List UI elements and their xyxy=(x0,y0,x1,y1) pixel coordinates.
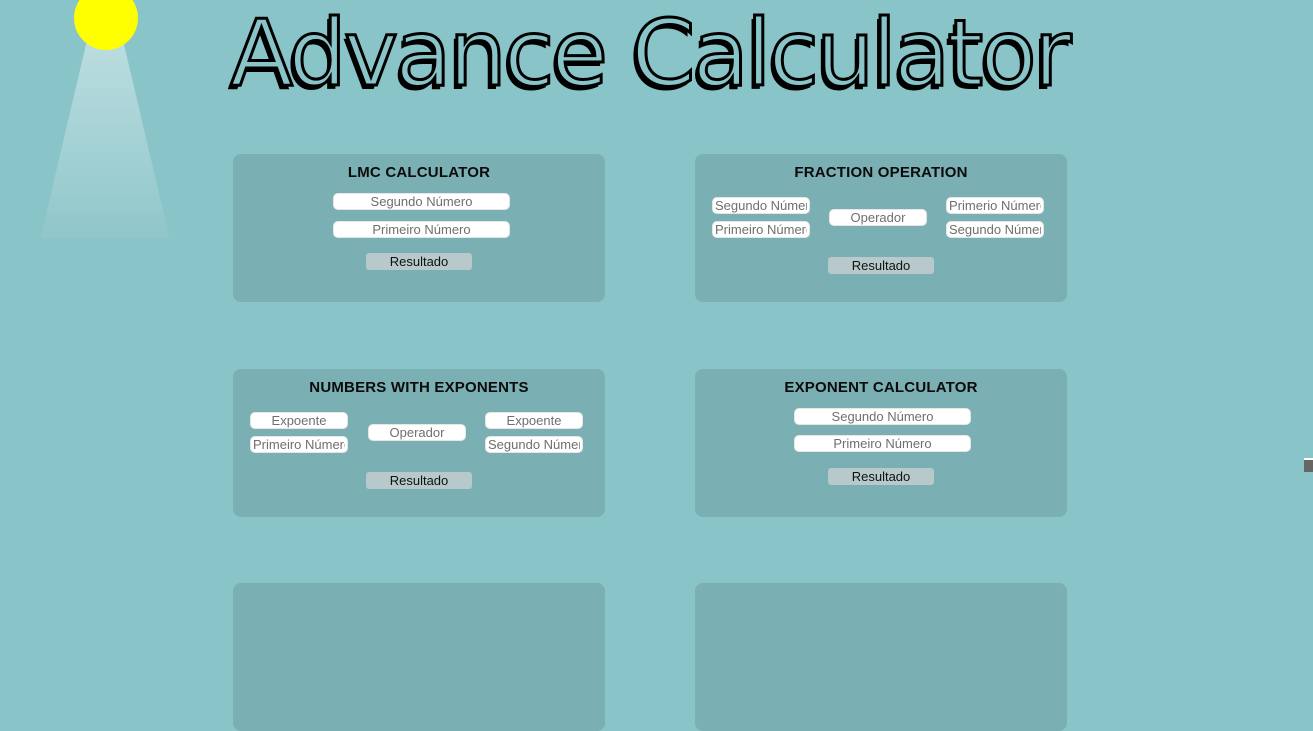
lmc-result-button[interactable]: Resultado xyxy=(366,253,472,270)
exponents-right-exponent-input[interactable] xyxy=(485,412,583,429)
exponents-second-number-input[interactable] xyxy=(485,436,583,453)
lmc-first-number-input[interactable] xyxy=(333,221,510,238)
exponent-first-number-input[interactable] xyxy=(794,435,971,452)
exponent-calculator-title: EXPONENT CALCULATOR xyxy=(784,379,978,396)
lmc-calculator-card: LMC CALCULATOR Resultado xyxy=(233,154,605,302)
exponent-second-number-input[interactable] xyxy=(794,408,971,425)
fraction-operation-title: FRACTION OPERATION xyxy=(794,164,968,181)
numbers-with-exponents-card: NUMBERS WITH EXPONENTS Resultado xyxy=(233,369,605,517)
calculator-card-partial-right xyxy=(695,583,1067,731)
calculator-card-partial-left xyxy=(233,583,605,731)
lmc-second-number-input[interactable] xyxy=(333,193,510,210)
fraction-operation-card: FRACTION OPERATION Resultado xyxy=(695,154,1067,302)
numbers-with-exponents-title: NUMBERS WITH EXPONENTS xyxy=(309,379,529,396)
exponents-left-exponent-input[interactable] xyxy=(250,412,348,429)
lamp-bulb-icon xyxy=(74,0,138,50)
fraction-right-top-input[interactable] xyxy=(946,197,1044,214)
page-title: Advance Calculator xyxy=(229,0,1073,107)
fraction-left-bottom-input[interactable] xyxy=(712,221,810,238)
exponents-operator-input[interactable] xyxy=(368,424,466,441)
fraction-operator-input[interactable] xyxy=(829,209,927,226)
exponents-first-number-input[interactable] xyxy=(250,436,348,453)
fraction-left-top-input[interactable] xyxy=(712,197,810,214)
exponents-result-button[interactable]: Resultado xyxy=(366,472,472,489)
scroll-edge-marker xyxy=(1304,458,1313,472)
fraction-result-button[interactable]: Resultado xyxy=(828,257,934,274)
exponent-calculator-card: EXPONENT CALCULATOR Resultado xyxy=(695,369,1067,517)
exponent-result-button[interactable]: Resultado xyxy=(828,468,934,485)
lmc-calculator-title: LMC CALCULATOR xyxy=(347,164,491,181)
lamp-light-beam xyxy=(40,30,170,240)
fraction-right-bottom-input[interactable] xyxy=(946,221,1044,238)
